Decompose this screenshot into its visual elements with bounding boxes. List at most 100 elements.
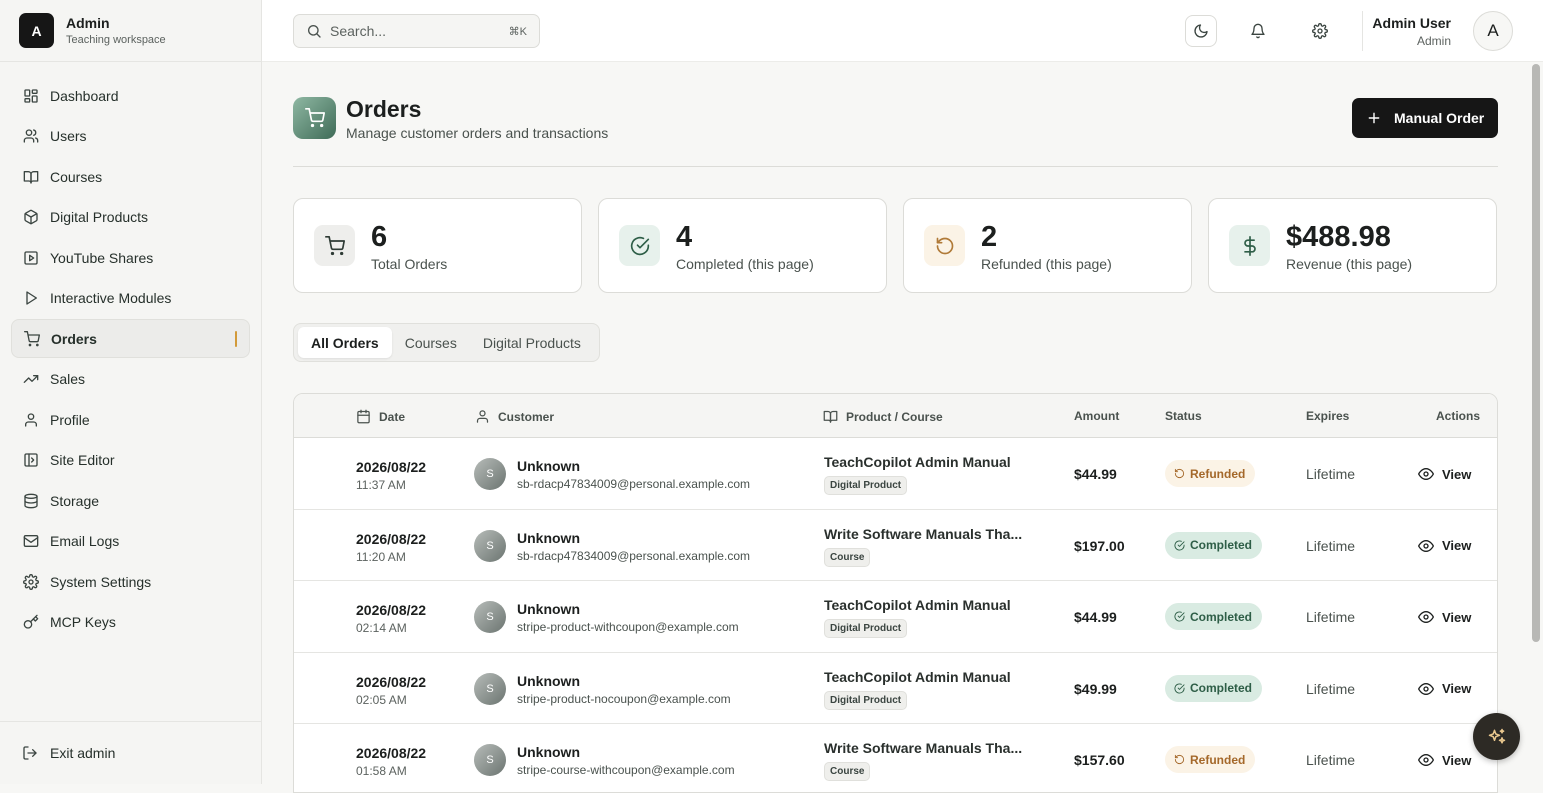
gear-icon [23, 573, 39, 590]
sidebar-item-users[interactable]: Users [11, 117, 250, 156]
table-row[interactable]: 2026/08/22 02:14 AM S Unknown stripe-product… [294, 581, 1497, 653]
view-label: View [1442, 609, 1472, 625]
order-date: 2026/08/22 11:37 AM [356, 459, 426, 492]
mail-icon [23, 535, 39, 547]
view-order-button[interactable]: View [1418, 466, 1471, 482]
book-icon [823, 410, 838, 423]
column-product[interactable]: Product / Course [823, 409, 943, 424]
sidebar-item-courses[interactable]: Courses [11, 157, 250, 196]
status-badge: Refunded [1165, 460, 1256, 487]
stat-label: Refunded (this page) [981, 256, 1112, 272]
customer-avatar: S [474, 529, 506, 562]
dollar-icon [1243, 235, 1256, 256]
column-customer-label: Customer [498, 409, 555, 424]
product-type-badge: Digital Product [824, 476, 908, 495]
sidebar-item-system-settings[interactable]: System Settings [11, 562, 250, 601]
order-date-time: 11:20 AM [356, 549, 406, 564]
tab-courses[interactable]: Courses [392, 327, 470, 358]
brand-logo: A [19, 13, 54, 48]
sidebar-item-orders[interactable]: Orders [11, 319, 250, 358]
trending-up-icon [23, 375, 39, 383]
customer-name: Unknown [517, 529, 580, 546]
brand[interactable]: A Admin Teaching workspace [0, 0, 261, 62]
sidebar-item-label: System Settings [50, 573, 152, 590]
sidebar-item-email-logs[interactable]: Email Logs [11, 522, 250, 561]
column-date[interactable]: Date [356, 409, 405, 424]
table-row[interactable]: 2026/08/22 11:20 AM S Unknown sb-rdacp478340… [294, 510, 1497, 581]
order-expires: Lifetime [1306, 609, 1356, 625]
main-content: Orders Manage customer orders and transa… [262, 62, 1530, 793]
status-label: Completed [1190, 681, 1253, 695]
column-status[interactable]: Status [1165, 409, 1202, 423]
view-order-button[interactable]: View [1418, 681, 1471, 697]
sidebar-item-site-editor[interactable]: Site Editor [11, 441, 250, 480]
avatar[interactable]: A [1473, 11, 1513, 51]
check-circle-icon [1174, 539, 1185, 551]
user-menu[interactable]: Admin User Admin [1372, 15, 1451, 48]
manual-order-button[interactable]: Manual Order [1352, 98, 1498, 138]
check-circle-icon [630, 236, 649, 255]
column-expires[interactable]: Expires [1306, 409, 1349, 423]
view-order-button[interactable]: View [1418, 752, 1471, 768]
product-cell: Write Software Manuals Tha... Course [824, 740, 1022, 781]
sidebar-item-profile[interactable]: Profile [11, 400, 250, 439]
sidebar-item-label: Digital Products [50, 209, 149, 225]
view-order-button[interactable]: View [1418, 538, 1471, 554]
stat-card-refunded-this-page: 2 Refunded (this page) [903, 198, 1192, 293]
column-status-label: Status [1165, 409, 1202, 423]
eye-icon [1418, 611, 1434, 623]
cart-icon [304, 108, 325, 128]
customer-email: sb-rdacp47834009@personal.example.com [517, 477, 750, 491]
sidebar-item-digital-products[interactable]: Digital Products [11, 198, 250, 237]
order-date-day: 2026/08/22 [356, 673, 427, 690]
ai-assistant-button[interactable] [1473, 713, 1520, 760]
sidebar-item-storage[interactable]: Storage [11, 481, 250, 520]
order-amount: $44.99 [1074, 466, 1117, 482]
key-icon [23, 614, 39, 629]
customer-cell: Unknown sb-rdacp47834009@personal.example… [517, 530, 750, 563]
sidebar-item-youtube-shares[interactable]: YouTube Shares [11, 238, 250, 277]
status-badge: Completed [1165, 603, 1263, 630]
notifications-button[interactable] [1242, 15, 1274, 47]
column-expires-label: Expires [1306, 409, 1350, 423]
user-name: Admin User [1372, 15, 1451, 31]
exit-admin-button[interactable]: Exit admin [0, 721, 262, 784]
product-name: TeachCopilot Admin Manual [824, 668, 1011, 685]
topbar-divider [1362, 11, 1363, 51]
main-scrollbar[interactable] [1532, 64, 1540, 642]
order-date-day: 2026/08/22 [356, 459, 427, 475]
sidebar-item-interactive-modules[interactable]: Interactive Modules [11, 279, 250, 318]
users-icon [23, 129, 39, 143]
product-type-badge: Digital Product [824, 690, 908, 710]
settings-button[interactable] [1304, 15, 1336, 47]
tab-all-orders[interactable]: All Orders [298, 327, 392, 358]
sidebar-item-dashboard[interactable]: Dashboard [11, 76, 250, 115]
search-input[interactable]: Search... ⌘K [293, 14, 540, 48]
cart-icon [324, 235, 345, 255]
sidebar-item-label: Email Logs [50, 533, 120, 549]
column-customer[interactable]: Customer [475, 409, 554, 424]
column-amount-label: Amount [1074, 409, 1120, 423]
order-amount: $157.60 [1074, 752, 1125, 768]
view-label: View [1442, 752, 1472, 768]
tab-digital-products[interactable]: Digital Products [470, 327, 594, 358]
theme-toggle-button[interactable] [1185, 15, 1217, 47]
sidebar-item-label: MCP Keys [50, 614, 116, 630]
order-date: 2026/08/22 01:58 AM [356, 745, 426, 778]
sidebar-item-sales[interactable]: Sales [11, 360, 250, 399]
customer-email: sb-rdacp47834009@personal.example.com [517, 548, 750, 563]
order-amount: $44.99 [1074, 609, 1117, 625]
table-row[interactable]: 2026/08/22 02:05 AM S Unknown stripe-product… [294, 653, 1497, 724]
product-name: TeachCopilot Admin Manual [824, 454, 1011, 470]
view-order-button[interactable]: View [1418, 609, 1471, 625]
column-amount[interactable]: Amount [1074, 409, 1119, 423]
table-row[interactable]: 2026/08/22 01:58 AM S Unknown stripe-course-… [294, 724, 1497, 792]
stat-icon [1229, 225, 1270, 266]
customer-avatar: S [474, 672, 506, 705]
sidebar-item-mcp-keys[interactable]: MCP Keys [11, 603, 250, 642]
table-row[interactable]: 2026/08/22 11:37 AM S Unknown sb-rdacp478340… [294, 438, 1497, 510]
status-badge: Refunded [1165, 746, 1256, 773]
user-icon [476, 410, 489, 423]
video-icon [24, 250, 38, 265]
customer-cell: Unknown stripe-course-withcoupon@example.… [517, 744, 735, 777]
